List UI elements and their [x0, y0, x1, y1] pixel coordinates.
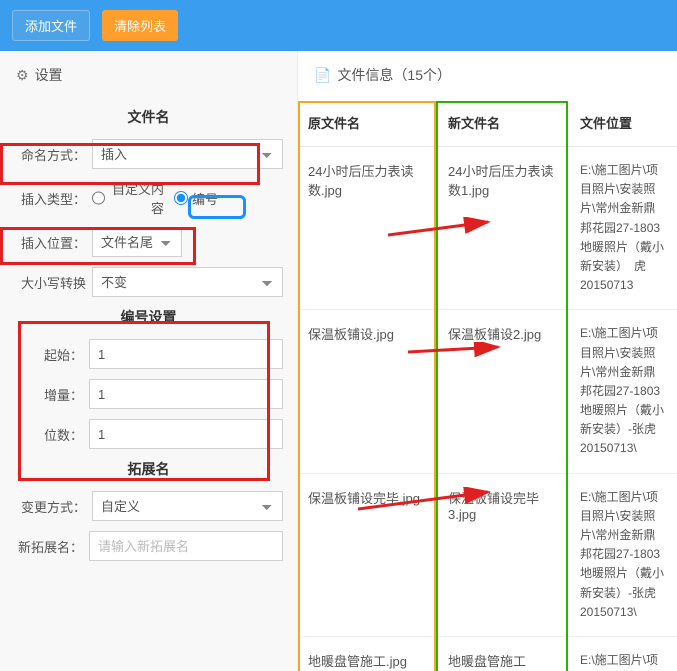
file-icon: 📄 [314, 67, 331, 84]
naming-method-select[interactable]: 插入 [92, 139, 283, 169]
loc-cell: E:\施工图片\项目照片\安装照片\常州金新鼎邦花园27-1803 [570, 637, 677, 671]
insert-pos-label: 插入位置： [14, 233, 86, 252]
ext-section-title: 拓展名 [14, 459, 283, 479]
settings-panel: ⚙ 设置 文件名 命名方式： 插入 插入类型： 自定义内容 编号 [0, 51, 298, 671]
new-cell: 保温板铺设2.jpg [438, 310, 570, 472]
new-ext-input[interactable] [89, 531, 283, 561]
col-loc-header: 文件位置 [570, 99, 677, 146]
orig-cell: 保温板铺设完毕.jpg [298, 474, 438, 636]
table-row: 保温板铺设完毕.jpg 保温板铺设完毕3.jpg E:\施工图片\项目照片\安装… [298, 474, 677, 637]
col-new-header: 新文件名 [438, 99, 570, 146]
number-section-title: 编号设置 [14, 307, 283, 327]
digits-input[interactable] [89, 419, 283, 449]
table-row: 地暖盘管施工.jpg 地暖盘管施工 E:\施工图片\项目照片\安装照片\常州金新… [298, 637, 677, 671]
orig-cell: 保温板铺设.jpg [298, 310, 438, 472]
insert-pos-select[interactable]: 文件名尾 [92, 227, 182, 257]
top-toolbar: 添加文件 清除列表 [0, 0, 677, 51]
orig-cell: 地暖盘管施工.jpg [298, 637, 438, 671]
file-info-panel: 📄 文件信息（15个） 原文件名 新文件名 文件位置 24小时后压力表读数.jp… [298, 51, 677, 671]
table-row: 24小时后压力表读数.jpg 24小时后压力表读数1.jpg E:\施工图片\项… [298, 147, 677, 310]
step-input[interactable] [89, 379, 283, 409]
new-cell: 保温板铺设完毕3.jpg [438, 474, 570, 636]
table-row: 保温板铺设.jpg 保温板铺设2.jpg E:\施工图片\项目照片\安装照片\常… [298, 310, 677, 473]
digits-label: 位数： [14, 425, 83, 444]
gear-icon: ⚙ [16, 67, 29, 84]
orig-cell: 24小时后压力表读数.jpg [298, 147, 438, 309]
insert-type-number-radio[interactable]: 编号 [174, 189, 246, 208]
case-select[interactable]: 不变 [92, 267, 283, 297]
clear-list-button[interactable]: 清除列表 [102, 10, 178, 41]
change-method-select[interactable]: 自定义 [92, 491, 283, 521]
step-label: 增量： [14, 385, 83, 404]
loc-cell: E:\施工图片\项目照片\安装照片\常州金新鼎邦花园27-1803地暖照片（戴小… [570, 310, 677, 472]
insert-type-custom-radio[interactable]: 自定义内容 [92, 179, 164, 217]
table-header: 原文件名 新文件名 文件位置 [298, 99, 677, 147]
settings-title: 设置 [35, 65, 63, 85]
naming-method-label: 命名方式： [14, 145, 86, 164]
case-label: 大小写转换 [14, 273, 86, 292]
start-input[interactable] [89, 339, 283, 369]
new-ext-label: 新拓展名： [14, 537, 83, 556]
add-file-button[interactable]: 添加文件 [12, 10, 90, 41]
file-info-title: 文件信息（15个） [337, 65, 451, 85]
change-method-label: 变更方式： [14, 497, 86, 516]
filename-section-title: 文件名 [14, 107, 283, 127]
start-label: 起始： [14, 345, 83, 364]
insert-type-label: 插入类型： [14, 189, 86, 208]
col-orig-header: 原文件名 [298, 99, 438, 146]
loc-cell: E:\施工图片\项目照片\安装照片\常州金新鼎邦花园27-1803地暖照片（戴小… [570, 474, 677, 636]
new-cell: 地暖盘管施工 [438, 637, 570, 671]
loc-cell: E:\施工图片\项目照片\安装照片\常州金新鼎邦花园27-1803地暖照片（戴小… [570, 147, 677, 309]
new-cell: 24小时后压力表读数1.jpg [438, 147, 570, 309]
